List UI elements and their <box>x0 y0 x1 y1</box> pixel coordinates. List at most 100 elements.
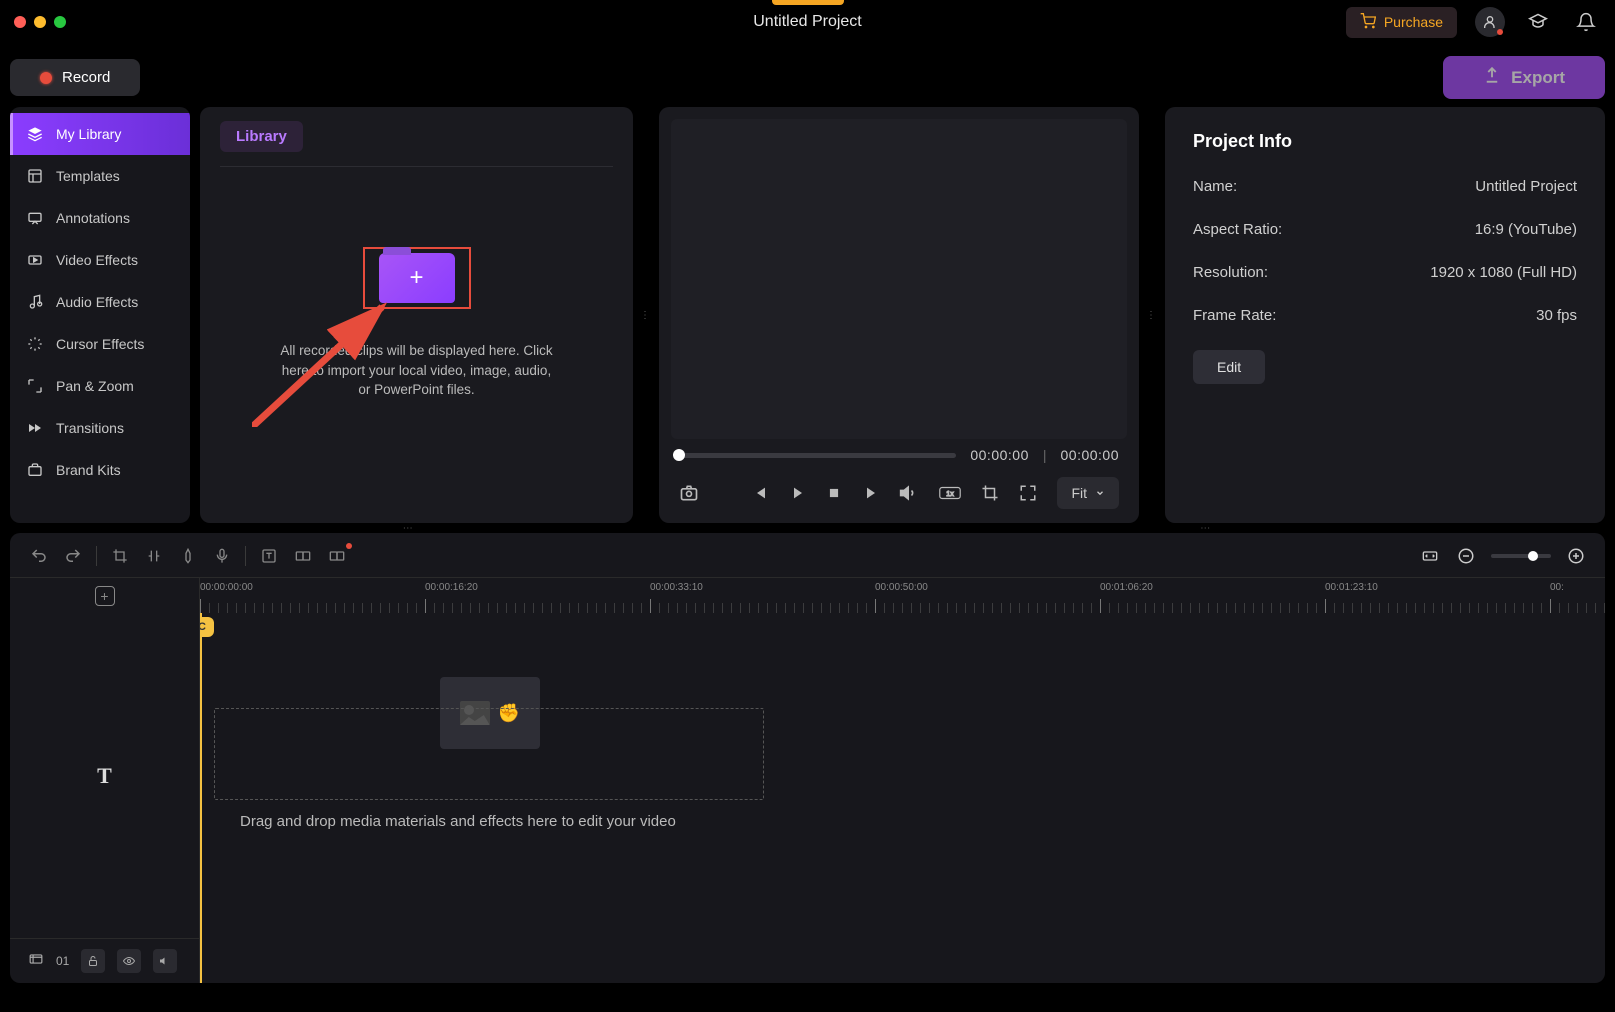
panel-resize-handle[interactable]: ⋮ <box>643 107 649 523</box>
sidebar-item-label: Video Effects <box>56 252 138 268</box>
timeline-toolbar <box>10 539 1605 577</box>
sidebar-item-my-library[interactable]: My Library <box>10 113 190 155</box>
close-window-button[interactable] <box>14 16 26 28</box>
voiceover-button[interactable] <box>211 545 233 567</box>
fit-timeline-button[interactable] <box>1419 545 1441 567</box>
fit-label: Fit <box>1071 485 1087 501</box>
timeline-panel: + 00:00:00:00 00:00:16:20 00:00:33:10 00… <box>10 533 1605 983</box>
sidebar-item-label: Pan & Zoom <box>56 378 134 394</box>
notifications-button[interactable] <box>1571 7 1601 37</box>
audio-effects-icon <box>26 293 44 311</box>
ruler-label: 00: <box>1550 582 1564 593</box>
template-icon <box>26 167 44 185</box>
in-out-marker[interactable]: ЗІС <box>200 617 214 637</box>
svg-text:1x: 1x <box>947 491 955 498</box>
brand-kits-icon <box>26 461 44 479</box>
preview-canvas[interactable] <box>671 119 1127 439</box>
info-title: Project Info <box>1193 131 1577 152</box>
import-media-button[interactable]: + <box>363 247 471 309</box>
fit-dropdown[interactable]: Fit <box>1057 477 1119 509</box>
purchase-button[interactable]: Purchase <box>1346 7 1457 38</box>
project-title: Untitled Project <box>753 13 862 31</box>
titlebar: Untitled Project Purchase <box>0 0 1615 44</box>
sidebar-item-annotations[interactable]: Annotations <box>10 197 190 239</box>
text-track-header[interactable]: T <box>10 613 199 938</box>
split-button[interactable] <box>143 545 165 567</box>
sidebar-item-video-effects[interactable]: Video Effects <box>10 239 190 281</box>
fullscreen-button[interactable] <box>1019 481 1037 505</box>
sidebar-item-label: Audio Effects <box>56 294 138 310</box>
sidebar-item-pan-zoom[interactable]: Pan & Zoom <box>10 365 190 407</box>
track-number: 01 <box>56 954 69 968</box>
play-button[interactable] <box>790 481 807 505</box>
record-icon <box>40 72 52 84</box>
video-track-icon <box>28 952 44 971</box>
library-hint-text: All recorded clips will be displayed her… <box>277 341 557 400</box>
sidebar-item-brand-kits[interactable]: Brand Kits <box>10 449 190 491</box>
info-aspect-label: Aspect Ratio: <box>1193 221 1282 238</box>
next-frame-button[interactable] <box>863 481 880 505</box>
drag-handle-icon: ⋮ <box>640 310 652 321</box>
info-name-value: Untitled Project <box>1475 178 1577 195</box>
sidebar-item-transitions[interactable]: Transitions <box>10 407 190 449</box>
sidebar-item-label: Cursor Effects <box>56 336 144 352</box>
separator <box>245 546 246 566</box>
mute-track-button[interactable] <box>153 949 177 973</box>
ruler-label: 00:00:00:00 <box>200 582 253 593</box>
zoom-in-button[interactable] <box>1565 545 1587 567</box>
tracks-canvas[interactable]: ЗІС ✊ Drag and drop media materials and … <box>200 613 1605 983</box>
seek-thumb-icon <box>673 449 685 461</box>
info-fps-value: 30 fps <box>1536 307 1577 324</box>
media-drop-zone[interactable] <box>214 708 764 800</box>
marker-button[interactable] <box>177 545 199 567</box>
account-button[interactable] <box>1475 7 1505 37</box>
ruler-label: 00:00:33:10 <box>650 582 703 593</box>
edit-project-button[interactable]: Edit <box>1193 350 1265 384</box>
playback-seek-slider[interactable] <box>679 453 956 458</box>
maximize-window-button[interactable] <box>54 16 66 28</box>
text-tool-button[interactable] <box>258 545 280 567</box>
ruler-label: 00:01:06:20 <box>1100 582 1153 593</box>
tracks-area: T 01 ЗІС ✊ Drag and drop media materials… <box>10 613 1605 983</box>
undo-button[interactable] <box>28 545 50 567</box>
sidebar-item-templates[interactable]: Templates <box>10 155 190 197</box>
title-accent <box>772 0 844 5</box>
crop-tool-button[interactable] <box>109 545 131 567</box>
minimize-window-button[interactable] <box>34 16 46 28</box>
panel-resize-handle[interactable]: ⋮ <box>1149 107 1155 523</box>
zoom-slider[interactable] <box>1491 554 1551 558</box>
export-button[interactable]: Export <box>1443 56 1605 99</box>
playback-speed-button[interactable]: 1x <box>939 481 961 505</box>
snapshot-button[interactable] <box>679 481 699 505</box>
effects-button[interactable] <box>326 545 348 567</box>
record-button[interactable]: Record <box>10 59 140 96</box>
cursor-effects-icon <box>26 335 44 353</box>
prev-frame-button[interactable] <box>753 481 770 505</box>
crop-button[interactable] <box>981 481 999 505</box>
sidebar-item-audio-effects[interactable]: Audio Effects <box>10 281 190 323</box>
redo-button[interactable] <box>62 545 84 567</box>
add-track-button[interactable]: + <box>95 586 115 606</box>
info-fps-label: Frame Rate: <box>1193 307 1276 324</box>
library-tab[interactable]: Library <box>220 121 303 152</box>
volume-button[interactable] <box>899 481 919 505</box>
visibility-track-button[interactable] <box>117 949 141 973</box>
main-panels: My Library Templates Annotations Video E… <box>0 107 1615 523</box>
timeline-ruler[interactable]: 00:00:00:00 00:00:16:20 00:00:33:10 00:0… <box>200 578 1605 613</box>
stop-button[interactable] <box>826 481 843 505</box>
lock-track-button[interactable] <box>81 949 105 973</box>
timeline-ruler-row: + 00:00:00:00 00:00:16:20 00:00:33:10 00… <box>10 577 1605 613</box>
project-info-panel: Project Info Name:Untitled Project Aspec… <box>1165 107 1605 523</box>
sidebar-item-cursor-effects[interactable]: Cursor Effects <box>10 323 190 365</box>
timeline-hint-text: Drag and drop media materials and effect… <box>240 813 676 830</box>
sidebar-item-label: Brand Kits <box>56 462 121 478</box>
info-aspect-value: 16:9 (YouTube) <box>1475 221 1577 238</box>
info-resolution-label: Resolution: <box>1193 264 1268 281</box>
sidebar: My Library Templates Annotations Video E… <box>10 107 190 523</box>
current-time: 00:00:00 <box>970 447 1029 463</box>
tutorials-button[interactable] <box>1523 7 1553 37</box>
zoom-out-button[interactable] <box>1455 545 1477 567</box>
group-button[interactable] <box>292 545 314 567</box>
playhead[interactable] <box>200 613 202 983</box>
horizontal-resize-handle[interactable]: ⋯ ⋯ <box>0 523 1615 533</box>
